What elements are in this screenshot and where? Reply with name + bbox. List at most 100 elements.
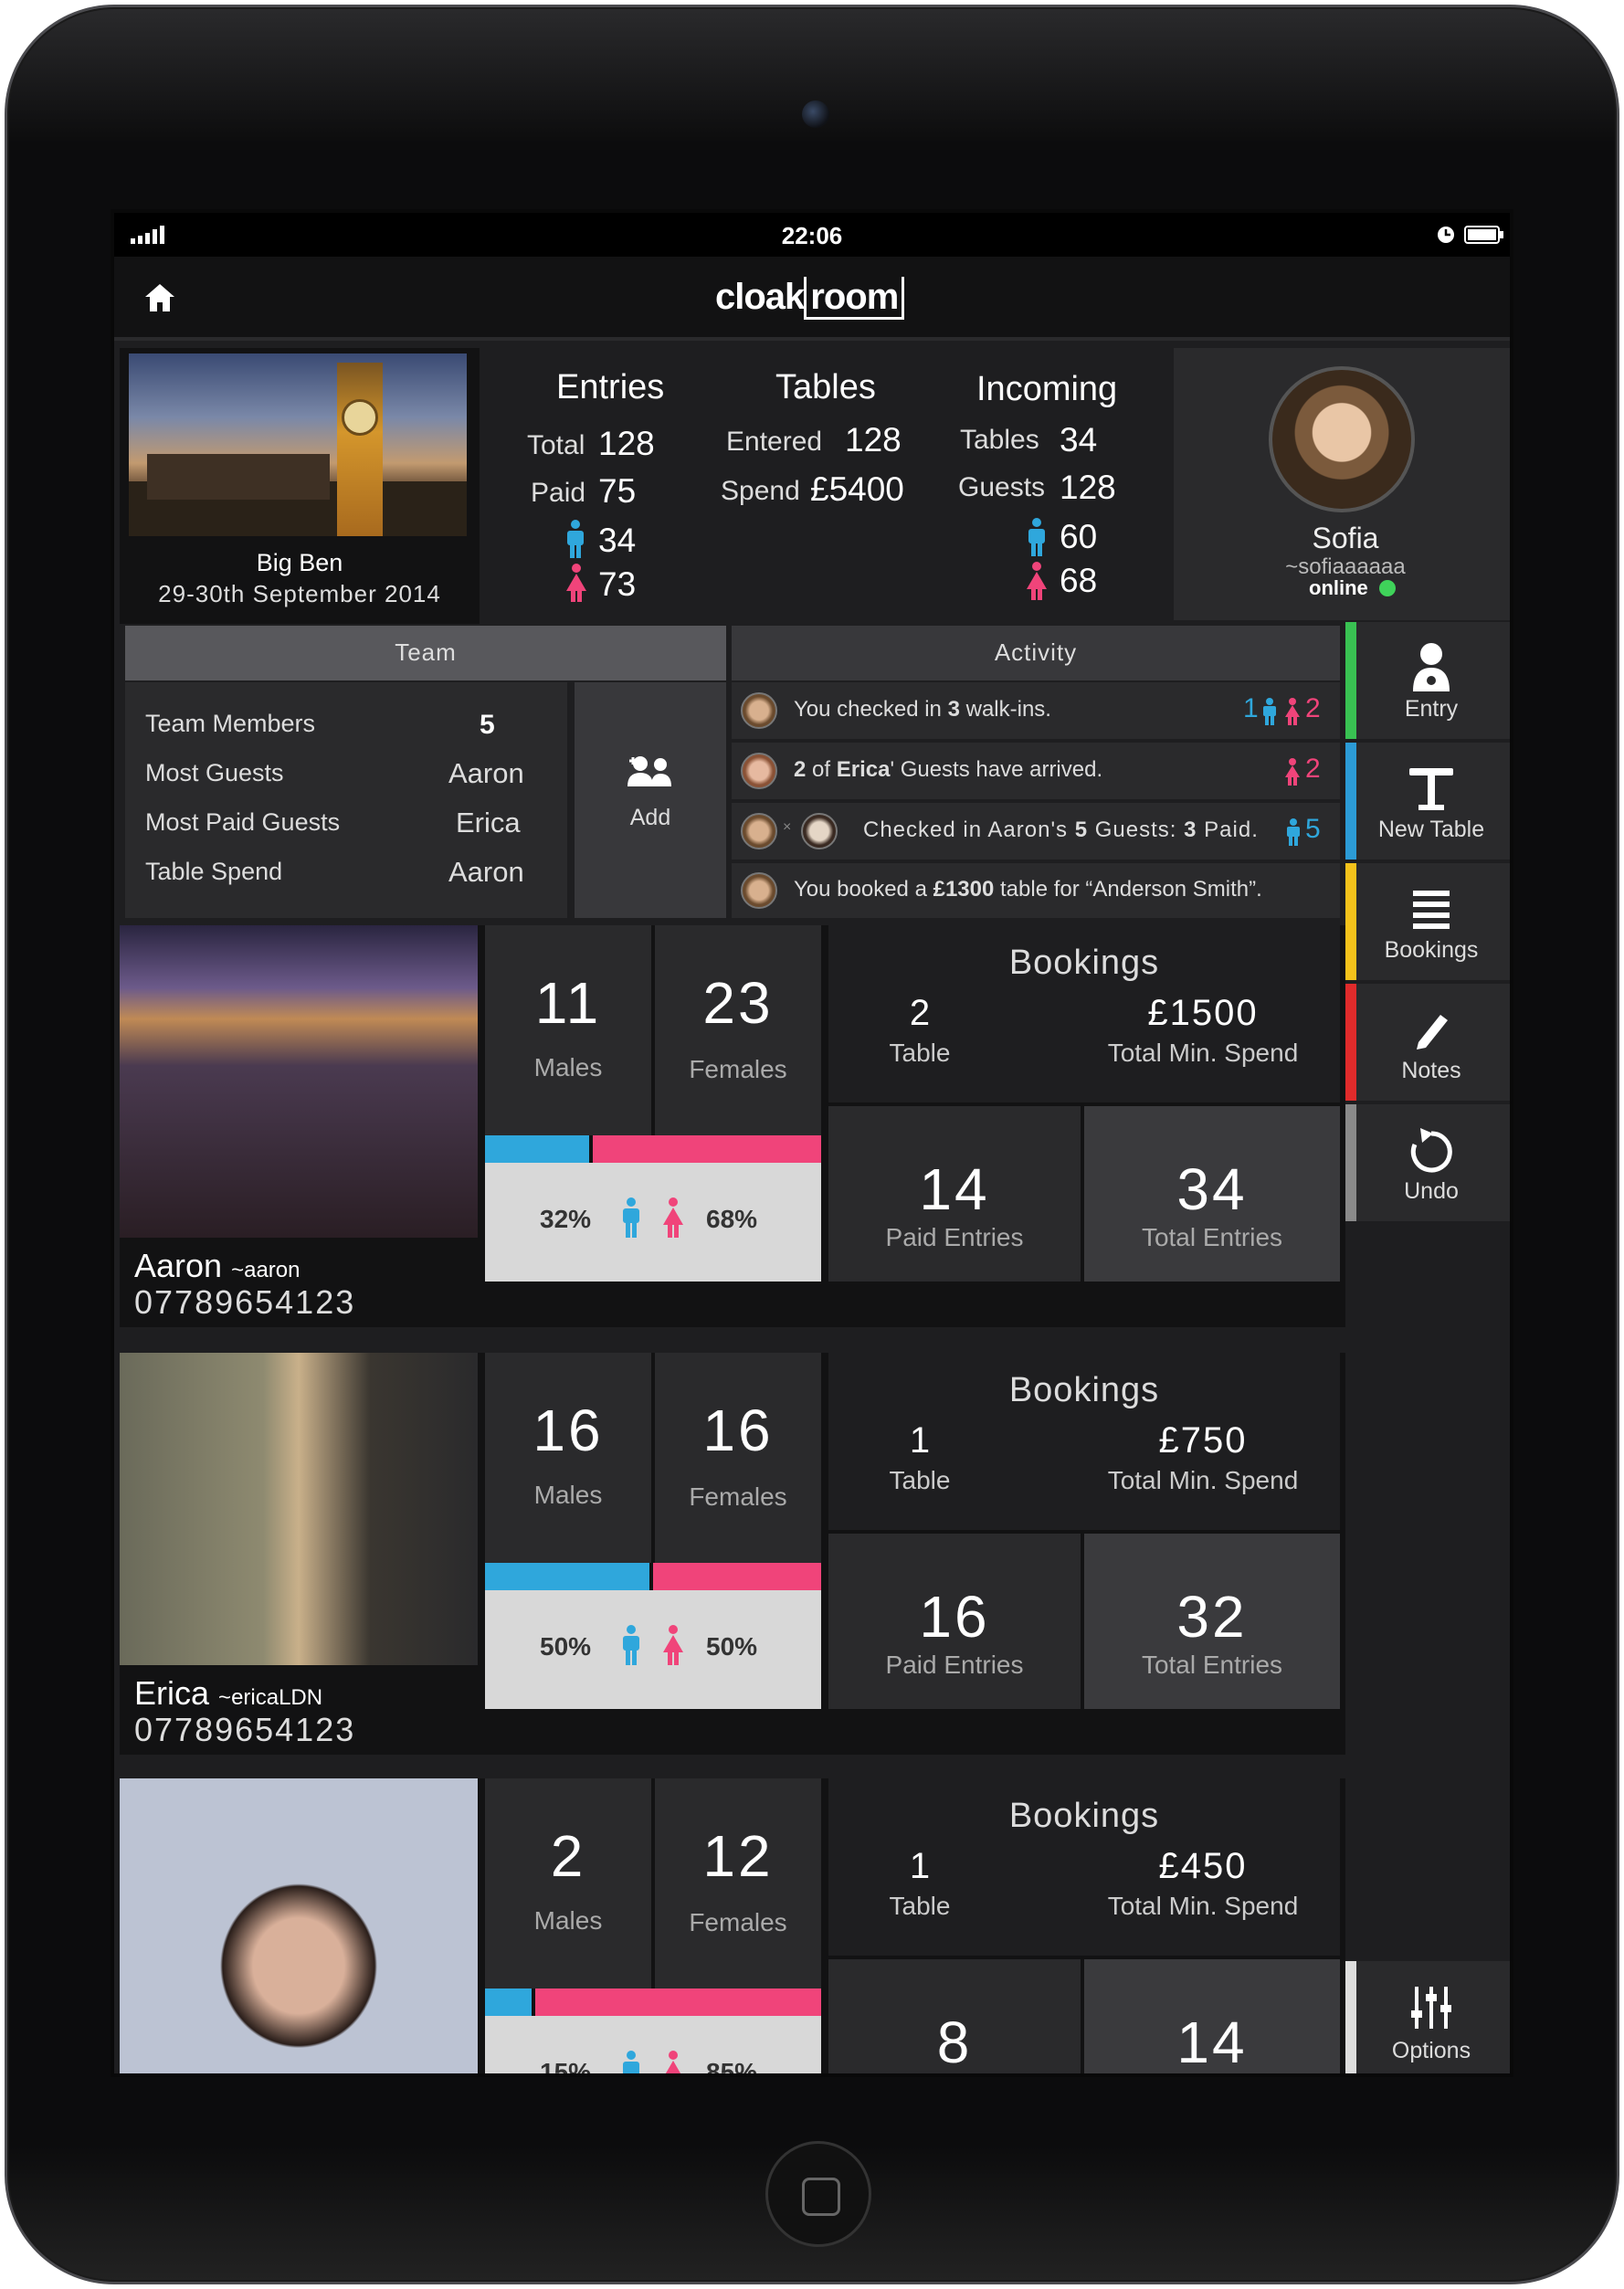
female-icon	[1027, 562, 1047, 600]
team-row-value: Erica	[456, 807, 521, 839]
bookings-box: Bookings 2 Table £1500 Total Min. Spend	[828, 925, 1340, 1102]
times-icon: ×	[783, 819, 792, 835]
activity-text: 2 of Erica' Guests have arrived.	[794, 757, 1103, 782]
male-icon	[567, 520, 584, 558]
tables-spend: £5400	[810, 470, 904, 508]
female-icon	[663, 1197, 683, 1238]
promoter-card[interactable]: Aaron ~aaron 07789654123 11 Males 23 Females 3…	[120, 925, 1345, 1327]
notes-button[interactable]: Notes	[1345, 984, 1510, 1101]
team-row-label: Team Members	[145, 710, 316, 737]
user-status: online	[1309, 576, 1368, 599]
team-stats: Team Members 5 Most Guests Aaron Most Pa…	[125, 682, 567, 918]
activity-item[interactable]: You booked a £1300 table for “Anderson S…	[732, 863, 1340, 918]
entry-button[interactable]: Entry	[1345, 622, 1510, 739]
gender-ratio-bar	[485, 1135, 821, 1163]
promoter-card[interactable]: 2 Males 12 Females 15% 85% Bookings 1 Table £450 T…	[120, 1778, 1345, 2073]
gender-ratio-panel: 15% 85%	[485, 2016, 821, 2073]
clock: 22:06	[781, 222, 843, 249]
profile-panel[interactable]: Sofia ~sofiaaaaaa online	[1174, 348, 1510, 620]
tables-entered: 128	[845, 421, 902, 459]
incoming-tables-label: Tables	[960, 425, 1039, 455]
team-row-label: Most Paid Guests	[145, 808, 341, 836]
male-icon	[1263, 698, 1276, 725]
promoter-phone: 07789654123	[134, 1711, 356, 1748]
activity-text: You booked a £1300 table for “Anderson S…	[794, 877, 1262, 902]
home-hardware-button[interactable]	[765, 2141, 871, 2247]
options-button[interactable]: Options	[1345, 1961, 1510, 2073]
tables-title: Tables	[775, 368, 876, 406]
tables-spend-label: Spend	[721, 476, 800, 506]
entries-female: 73	[598, 565, 637, 603]
female-icon	[1285, 758, 1300, 786]
male-icon	[623, 2051, 639, 2073]
avatar	[801, 813, 838, 849]
promoter-phone: 07789654123	[134, 1283, 356, 1321]
female-icon	[566, 564, 586, 602]
home-icon[interactable]	[143, 282, 176, 313]
add-user-icon	[627, 756, 671, 786]
promoter-photo	[120, 925, 478, 1238]
avatar	[741, 813, 777, 849]
stats-panel: Entries Total 128 Paid 75 34 73 Tables E…	[480, 348, 1174, 624]
online-dot-icon	[1379, 580, 1396, 596]
activity-text: Checked in Aaron's 5 Guests: 3 Paid.	[863, 818, 1259, 842]
promoter-photo	[120, 1353, 478, 1665]
males-box: 2 Males	[485, 1778, 651, 1988]
team-row-value: 5	[480, 710, 495, 740]
lock-rotation-icon	[1438, 227, 1454, 243]
avatar	[741, 753, 777, 789]
event-card[interactable]: Big Ben 29-30th September 2014	[120, 348, 480, 624]
females-box: 16 Females	[655, 1353, 821, 1563]
avatar[interactable]	[1269, 366, 1415, 512]
incoming-guests-label: Guests	[958, 472, 1046, 502]
pencil-icon	[1417, 1015, 1448, 1050]
gender-ratio-panel: 50% 50%	[485, 1590, 821, 1709]
activity-item[interactable]: You checked in 3 walk-ins. 1 2	[732, 682, 1340, 739]
top-nav: cloak room	[114, 257, 1510, 341]
males-box: 11 Males	[485, 925, 651, 1135]
avatar	[741, 692, 777, 729]
promoter-photo	[120, 1778, 478, 2073]
male-icon	[1028, 518, 1045, 556]
incoming-title: Incoming	[976, 370, 1118, 408]
paid-entries-box: 8	[828, 1959, 1081, 2073]
promoter-name: Erica ~ericaLDN	[134, 1674, 323, 1712]
sliders-icon	[1411, 1987, 1451, 2029]
add-team-button[interactable]: Add	[575, 682, 726, 918]
incoming-female: 68	[1060, 562, 1098, 599]
avatar	[741, 872, 777, 909]
entry-person-icon	[1413, 643, 1450, 691]
total-entries-box: 34 Total Entries	[1084, 1106, 1340, 1282]
undo-button[interactable]: Undo	[1345, 1104, 1510, 1221]
entries-total-label: Total	[527, 430, 585, 460]
male-icon	[623, 1625, 639, 1665]
app-screen: 22:06 cloak room Big Ben 29-30th Septembe…	[111, 209, 1513, 2077]
event-name: Big Ben	[256, 549, 343, 576]
male-icon	[1287, 818, 1300, 846]
activity-item[interactable]: × Checked in Aaron's 5 Guests: 3 Paid. 5	[732, 803, 1340, 860]
table-icon	[1409, 768, 1453, 810]
entries-paid-label: Paid	[531, 478, 586, 508]
activity-header: Activity	[732, 626, 1340, 680]
activity-item[interactable]: 2 of Erica' Guests have arrived. 2	[732, 743, 1340, 799]
event-dates: 29-30th September 2014	[158, 580, 441, 607]
males-box: 16 Males	[485, 1353, 651, 1563]
female-icon	[663, 1625, 683, 1665]
female-icon	[665, 2051, 681, 2073]
female-icon	[1285, 698, 1300, 725]
new-table-button[interactable]: New Table	[1345, 743, 1510, 860]
females-box: 12 Females	[655, 1778, 821, 1988]
list-icon	[1413, 891, 1450, 929]
entries-paid: 75	[598, 472, 637, 510]
bookings-button[interactable]: Bookings	[1345, 863, 1510, 980]
camera-lens	[802, 100, 829, 128]
app-logo: cloak room	[715, 277, 905, 320]
undo-icon	[1410, 1128, 1452, 1173]
gender-ratio-bar	[485, 1563, 821, 1590]
team-row-value: Aaron	[448, 757, 524, 789]
battery-icon	[1464, 226, 1503, 244]
promoter-card[interactable]: Erica ~ericaLDN 07789654123 16 Males 16 Femal…	[120, 1353, 1345, 1755]
promoter-name: Aaron ~aaron	[134, 1247, 301, 1284]
gender-ratio-panel: 32% 68%	[485, 1163, 821, 1282]
male-icon	[623, 1197, 639, 1238]
